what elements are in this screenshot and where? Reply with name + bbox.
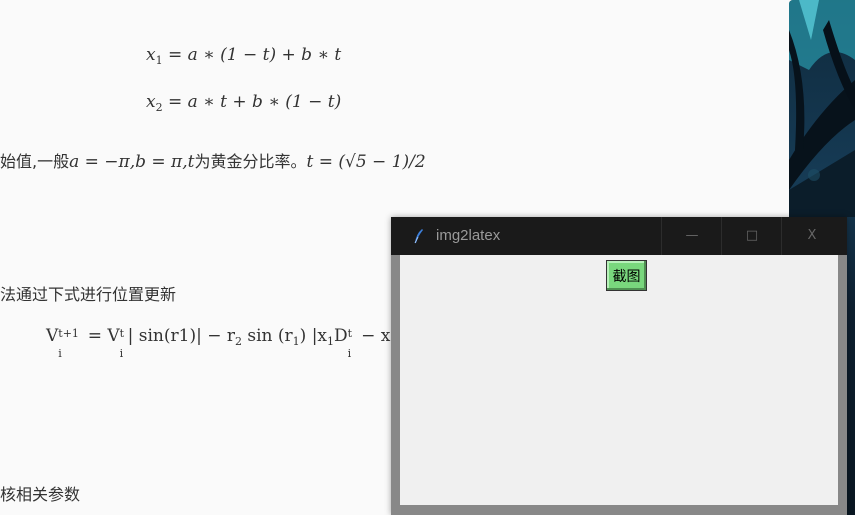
eq3-rest5: − x (355, 326, 391, 346)
eq3-rest4: D (334, 326, 348, 346)
eq3-sup6: t (347, 327, 353, 340)
line3-math-2: t = (√5 − 1)/2 (306, 152, 426, 172)
eq3-rest2: sin (r (241, 326, 293, 346)
window-titlebar[interactable]: img2latex — □ X (391, 217, 847, 255)
eq3-sup1: t+1 (58, 327, 79, 340)
eq3-rest: | sin(r1)| − r (127, 326, 235, 346)
minimize-button[interactable]: — (661, 217, 722, 255)
eq2-sub: 2 (155, 101, 163, 114)
equation-velocity: Vt+1 i = Vt i | sin(r1)| − r2 sin (r1) |x1D… (46, 326, 391, 360)
line3-text-2: 为黄金分比率。 (194, 152, 307, 171)
eq3-sub2: i (119, 347, 124, 360)
img2latex-window[interactable]: img2latex — □ X 截图 (391, 217, 847, 515)
maximize-button[interactable]: □ (721, 217, 782, 255)
eq3-sub6: i (347, 347, 352, 360)
window-title: img2latex (436, 227, 501, 244)
eq3-rest3: ) |x (299, 326, 328, 346)
capture-button[interactable]: 截图 (606, 260, 647, 291)
line3-math-1: a = −π,b = π,t (69, 152, 195, 172)
eq3-v: V (46, 326, 59, 346)
eq2-rhs: = a ∗ t + b ∗ (1 − t) (168, 92, 342, 112)
eq3-sup2: t (119, 327, 125, 340)
eq3-sub3: 2 (234, 335, 242, 348)
update-description: 法通过下式进行位置更新 (0, 285, 177, 304)
golden-ratio-line: 始值,一般a = −π,b = π,t为黄金分比率。t = (√5 − 1)/2 (0, 148, 426, 172)
eq3-sub1: i (58, 347, 62, 360)
close-button[interactable]: X (781, 217, 842, 255)
eq3-sub5: 1 (327, 335, 335, 348)
eq3-mid: = V (87, 326, 120, 346)
equation-x1: x1 = a ∗ (1 − t) + b ∗ t (146, 45, 341, 67)
feather-icon (414, 229, 423, 244)
eq1-rhs: = a ∗ (1 − t) + b ∗ t (168, 45, 342, 65)
eq2-var: x (146, 92, 156, 112)
eq3-sub4: 1 (292, 335, 300, 348)
window-client-area: 截图 (400, 255, 838, 505)
parameters-heading: 核相关参数 (0, 485, 81, 504)
eq1-var: x (146, 45, 156, 65)
line3-text-1: 始值,一般 (0, 152, 70, 171)
equation-x2: x2 = a ∗ t + b ∗ (1 − t) (146, 92, 341, 114)
eq1-sub: 1 (155, 54, 163, 67)
